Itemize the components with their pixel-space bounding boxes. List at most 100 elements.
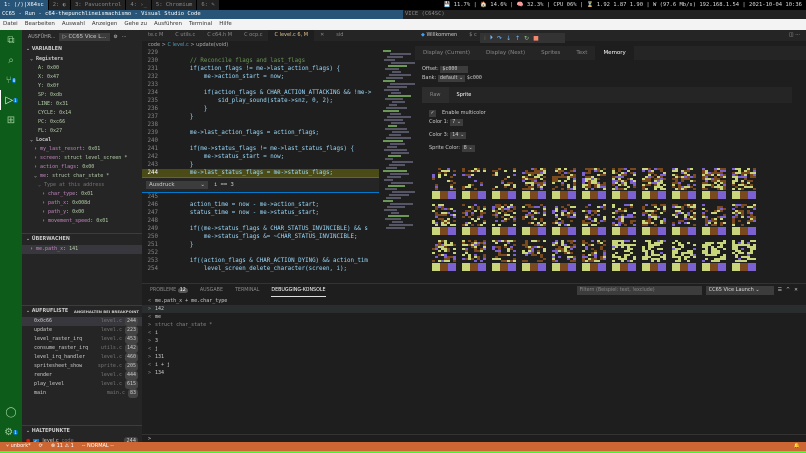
register-item[interactable]: SP: 0xdb [22, 91, 142, 100]
notifications-icon[interactable]: 🔔 [794, 442, 806, 451]
editor-tab[interactable]: te.c M [142, 30, 169, 41]
sprite-cell[interactable] [580, 240, 610, 272]
continue-icon[interactable]: ⏵ [490, 34, 493, 42]
callstack-frame[interactable]: consume_raster_irqutils.c142 [22, 344, 142, 353]
code-line[interactable]: 238 [142, 121, 379, 129]
menu-anzeigen[interactable]: Anzeigen [92, 19, 117, 30]
sprite-cell[interactable] [700, 204, 730, 236]
clear-console-icon[interactable]: ☰ [778, 284, 782, 297]
split-editor-icon[interactable]: ◫ ··· [789, 30, 806, 41]
callstack-frame[interactable]: 0x0c66level.c244 [22, 317, 142, 326]
me-field[interactable]: › path_x: 0x008d [22, 199, 142, 208]
sync-icon[interactable]: ⟳ [39, 442, 43, 451]
sprite-cell[interactable] [610, 168, 640, 200]
sprite-cell[interactable] [610, 240, 640, 272]
watch-header[interactable]: ⌄ ÜBERWACHEN [22, 234, 142, 245]
code-line[interactable]: 251 } [142, 241, 379, 249]
type-at-address[interactable]: ⌄ Type at this address [22, 181, 142, 190]
more-icon[interactable]: ··· [122, 35, 127, 40]
sprite-cell[interactable] [490, 204, 520, 236]
debug-icon[interactable]: ▷1 [0, 90, 22, 110]
code-line[interactable]: 247 status_time = now - me->status_start… [142, 209, 379, 217]
register-item[interactable]: X: 0x47 [22, 73, 142, 82]
breadcrumb-folder[interactable]: code [148, 42, 160, 48]
workspace-3[interactable]: 3: Pavucontrol [71, 0, 125, 10]
menu-ausfuehren[interactable]: Ausführen [154, 19, 182, 30]
sprite-cell[interactable] [730, 168, 760, 200]
local-variable[interactable]: › action_flags: 0x00 [22, 163, 142, 172]
code-line[interactable]: 235 sid_play_sound(state->snz, 0, 2); [142, 97, 379, 105]
code-line[interactable]: 243 } [142, 161, 379, 169]
step-over-icon[interactable]: ↷ [497, 35, 502, 42]
workspace-2[interactable]: 2: ◐ [49, 0, 70, 10]
tab-raw[interactable]: Raw [422, 87, 449, 103]
view-tab[interactable]: Display (Next) [478, 46, 533, 60]
code-line[interactable]: 254 level_screen_delete_character(screen… [142, 265, 379, 273]
sprite-cell[interactable] [550, 204, 580, 236]
register-item[interactable]: LINE: 0x31 [22, 100, 142, 109]
launch-select[interactable]: CC65 Vice Launch ⌄ [706, 286, 774, 295]
sprite-cell[interactable] [700, 240, 730, 272]
sprite-cell[interactable] [460, 240, 490, 272]
sprite-cell[interactable] [670, 240, 700, 272]
sprite-cell[interactable] [640, 240, 670, 272]
close-panel-icon[interactable]: ✕ [794, 284, 798, 297]
code-lines-top[interactable]: 229230 // Reconcile flags and last_flags… [142, 49, 379, 177]
gear-icon[interactable]: ⚙ [114, 35, 118, 40]
code-line[interactable]: 231 if(action_flags != me->last_action_f… [142, 65, 379, 73]
tab-willkommen[interactable]: ◆ Willkommen [415, 30, 463, 41]
tab-ausgabe[interactable]: AUSGABE [200, 284, 223, 297]
callstack-frame[interactable]: mainmain.c83 [22, 389, 142, 398]
code-line[interactable]: 252 [142, 249, 379, 257]
tab-probleme[interactable]: PROBLEME 12 [150, 284, 188, 297]
editor-tab[interactable]: C c64.h M [201, 30, 238, 41]
callstack-frame[interactable]: updatelevel.c223 [22, 326, 142, 335]
callstack-header[interactable]: ⌄ AUFRUFLISTEANGEHALTEN BEI BREAKPOINT [22, 306, 142, 317]
sprite-cell[interactable] [550, 168, 580, 200]
restart-icon[interactable]: ↻ [524, 35, 529, 42]
step-into-icon[interactable]: ↓ [506, 35, 511, 42]
local-variable[interactable]: › screen: struct level_screen * [22, 154, 142, 163]
condition-expression-input[interactable]: i == 3 [214, 182, 234, 188]
editor-tab[interactable]: C utils.c [169, 30, 201, 41]
breadcrumb-symbol[interactable]: update(void) [196, 42, 228, 48]
me-field[interactable]: › char_type: 0x01 [22, 190, 142, 199]
callstack-frame[interactable]: level_raster_irqlevel.c453 [22, 335, 142, 344]
bank-select[interactable]: default ⌄ [438, 75, 465, 82]
workspace-5[interactable]: 5: Chromium [152, 0, 196, 10]
sprite-cell[interactable] [610, 204, 640, 236]
code-line[interactable]: 229 [142, 49, 379, 57]
sprite-cell[interactable] [460, 168, 490, 200]
code-line[interactable]: 246 action_time = now - me->action_start… [142, 201, 379, 209]
code-line[interactable]: 242 me->status_start = now; [142, 153, 379, 161]
account-icon[interactable]: ◯ [0, 402, 22, 422]
editor-tab[interactable]: C ocp.c [238, 30, 268, 41]
register-item[interactable]: PC: 0xc66 [22, 118, 142, 127]
code-line[interactable]: 249 if((me->status_flags & CHAR_STATUS_I… [142, 225, 379, 233]
code-line[interactable]: 250 me->status_flags &= ~CHAR_STATUS_INV… [142, 233, 379, 241]
code-line[interactable]: 240 [142, 137, 379, 145]
multicolor-checkbox[interactable]: ✓ [429, 110, 436, 117]
breakpoints-header[interactable]: ⌄ HALTEPUNKTE [22, 426, 142, 437]
code-line[interactable]: 232 me->action_start = now; [142, 73, 379, 81]
code-line[interactable]: 248 [142, 217, 379, 225]
sprite-cell[interactable] [580, 168, 610, 200]
code-lines-bottom[interactable]: 245246 action_time = now - me->action_st… [142, 193, 379, 273]
condition-type-select[interactable]: Ausdruck ⌄ [146, 181, 208, 189]
callstack-frame[interactable]: level_irq_handlerlevel.c460 [22, 353, 142, 362]
sprite-cell[interactable] [430, 168, 460, 200]
code-line[interactable]: 233 [142, 81, 379, 89]
sprite-cell[interactable] [520, 204, 550, 236]
sprite-cell[interactable] [490, 240, 520, 272]
editor-tab[interactable]: ✕ [314, 30, 330, 41]
tab-debug-console[interactable]: DEBUGGING-KONSOLE [271, 284, 325, 297]
menu-gehe-zu[interactable]: Gehe zu [124, 19, 147, 30]
view-tab[interactable]: Memory [595, 46, 633, 60]
sprite-cell[interactable] [700, 168, 730, 200]
me-field[interactable]: › path_y: 0x00 [22, 208, 142, 217]
register-item[interactable]: FL: 0x27 [22, 127, 142, 136]
code-line[interactable]: 244 me->last_status_flags = me->status_f… [142, 169, 379, 177]
menu-datei[interactable]: Datei [3, 19, 18, 30]
code-line[interactable]: 234 if(action_flags & CHAR_ACTION_ATTACK… [142, 89, 379, 97]
register-item[interactable]: A: 0x00 [22, 64, 142, 73]
